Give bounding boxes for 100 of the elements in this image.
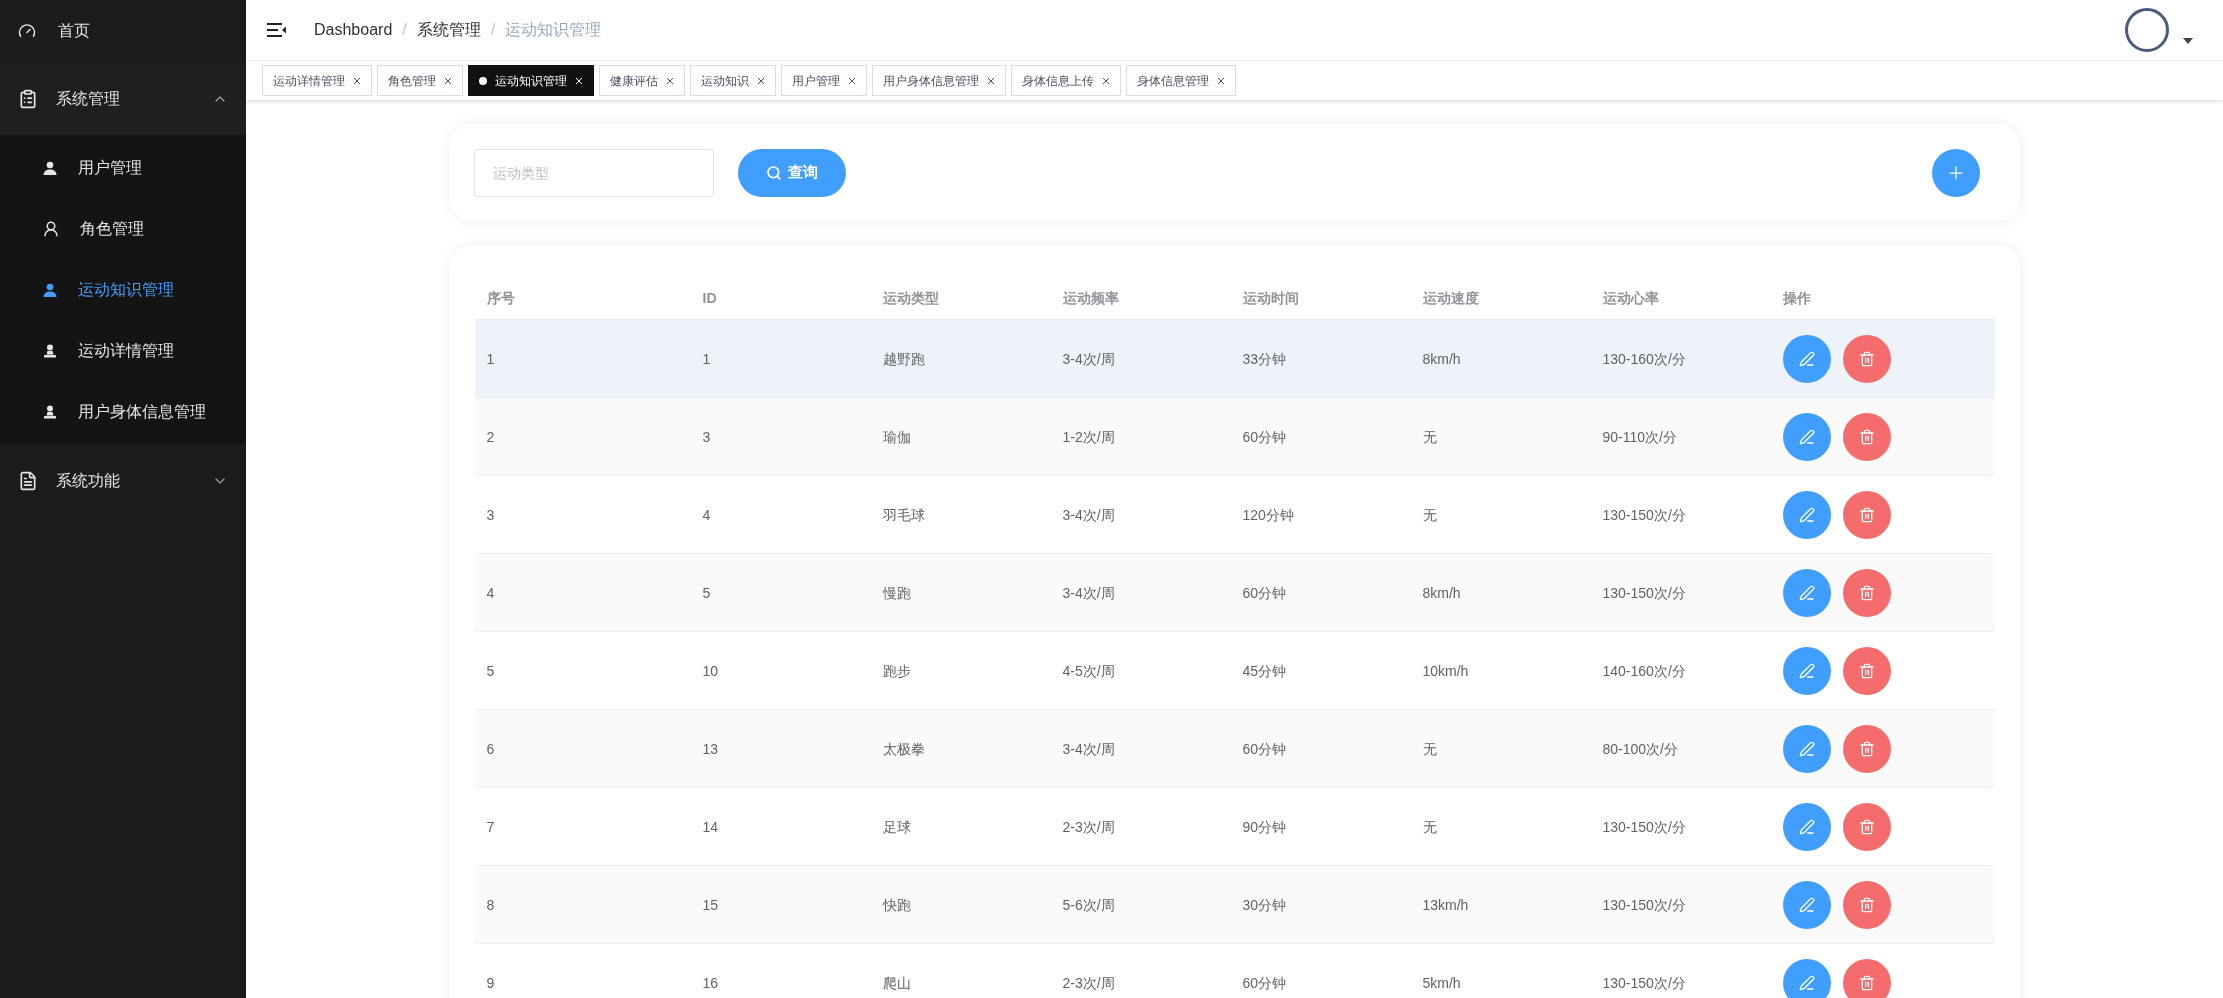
- table-cell: 90-110次/分: [1602, 428, 1677, 445]
- table-cell: 5: [702, 584, 711, 601]
- page-tab[interactable]: 健康评估: [599, 65, 685, 96]
- page-tab[interactable]: 运动知识管理: [468, 65, 594, 96]
- table-cell: 7: [486, 818, 495, 835]
- trash-icon: [1858, 506, 1875, 523]
- breadcrumb-separator: /: [402, 20, 407, 40]
- table-cell: 3-4次/周: [1062, 584, 1115, 601]
- close-icon[interactable]: [987, 76, 995, 85]
- table-cell: 13: [702, 740, 719, 757]
- trash-icon: [1858, 350, 1875, 367]
- user-stamp-icon: [42, 342, 58, 359]
- table-cell: 无: [1422, 740, 1437, 757]
- close-icon[interactable]: [353, 76, 361, 85]
- close-icon[interactable]: [757, 76, 765, 85]
- table-cell: 14: [702, 818, 719, 835]
- table-cell: 6: [486, 740, 495, 757]
- trash-icon: [1858, 428, 1875, 445]
- table-cell: 130-150次/分: [1602, 974, 1686, 991]
- column-header: 运动时间: [1242, 289, 1299, 306]
- sidebar-item[interactable]: 首页: [0, 0, 246, 62]
- table-cell: 5km/h: [1422, 974, 1461, 991]
- delete-button[interactable]: [1842, 958, 1891, 998]
- breadcrumb-item[interactable]: 系统管理: [416, 18, 481, 42]
- table-cell: 130-150次/分: [1602, 506, 1686, 523]
- sidebar-item[interactable]: 角色管理: [0, 198, 246, 259]
- search-icon: [765, 164, 782, 181]
- avatar[interactable]: [2125, 8, 2169, 52]
- close-icon[interactable]: [444, 76, 452, 85]
- page-tab[interactable]: 身体信息上传: [1011, 65, 1121, 96]
- page-tab[interactable]: 用户身体信息管理: [872, 65, 1006, 96]
- page-tab[interactable]: 身体信息管理: [1126, 65, 1236, 96]
- dashboard-icon: [18, 22, 36, 40]
- sidebar-item[interactable]: 运动详情管理: [0, 320, 246, 381]
- table-cell: 120分钟: [1242, 506, 1294, 523]
- sidebar-item[interactable]: 运动知识管理: [0, 259, 246, 320]
- breadcrumb-item[interactable]: Dashboard: [314, 18, 393, 42]
- table-cell: 80-100次/分: [1602, 740, 1678, 757]
- table-cell: 60分钟: [1242, 974, 1287, 991]
- table-cell: 60分钟: [1242, 740, 1287, 757]
- pen-icon: [1798, 662, 1815, 679]
- close-icon[interactable]: [666, 76, 674, 85]
- table-cell: 4: [486, 584, 495, 601]
- table-cell: 羽毛球: [882, 506, 925, 523]
- table-cell: 无: [1422, 506, 1437, 523]
- close-icon[interactable]: [848, 76, 856, 85]
- table-cell: 10km/h: [1422, 662, 1469, 679]
- close-icon[interactable]: [1217, 76, 1225, 85]
- page-tab[interactable]: 运动详情管理: [262, 65, 372, 96]
- trash-icon: [1858, 662, 1875, 679]
- table-cell: 2-3次/周: [1062, 974, 1115, 991]
- breadcrumb-item: 运动知识管理: [505, 20, 602, 40]
- table-cell: 瑜伽: [882, 428, 911, 445]
- page-tab[interactable]: 运动知识: [690, 65, 776, 96]
- sidebar-group[interactable]: 系统功能: [0, 444, 246, 517]
- trash-icon: [1858, 584, 1875, 601]
- table-cell: 13km/h: [1422, 896, 1469, 913]
- table-cell: 8km/h: [1422, 350, 1461, 367]
- table-cell: 1: [486, 350, 495, 367]
- document-icon: [18, 470, 38, 491]
- pen-icon: [1798, 428, 1815, 445]
- table-cell: 3-4次/周: [1062, 350, 1115, 367]
- table-cell: 越野跑: [882, 350, 925, 367]
- table-cell: 快跑: [882, 896, 911, 913]
- pen-icon: [1798, 740, 1815, 757]
- table-cell: 跑步: [882, 662, 911, 679]
- page-tab[interactable]: 用户管理: [781, 65, 867, 96]
- table-cell: 无: [1422, 428, 1437, 445]
- close-icon[interactable]: [1102, 76, 1110, 85]
- table-cell: 足球: [882, 818, 911, 835]
- edit-button[interactable]: [1782, 958, 1831, 998]
- pen-icon: [1798, 506, 1815, 523]
- menu-icon[interactable]: [266, 22, 288, 38]
- table-cell: 3-4次/周: [1062, 506, 1115, 523]
- table-cell: 3: [486, 506, 495, 523]
- column-header: 运动频率: [1062, 289, 1119, 306]
- table-cell: 16: [702, 974, 719, 991]
- user-outline-icon: [42, 219, 60, 238]
- table-cell: 3-4次/周: [1062, 740, 1115, 757]
- breadcrumb-separator: /: [490, 20, 496, 40]
- table-cell: 130-160次/分: [1602, 350, 1686, 367]
- table-cell: 140-160次/分: [1602, 662, 1686, 679]
- sidebar-item[interactable]: 用户身体信息管理: [0, 381, 246, 442]
- table-cell: 130-150次/分: [1602, 818, 1686, 835]
- column-header: 序号: [486, 289, 515, 306]
- table-cell: 8km/h: [1422, 584, 1461, 601]
- table-cell: 2: [486, 428, 495, 445]
- column-header: 运动心率: [1602, 289, 1659, 306]
- table-cell: 太极拳: [882, 740, 925, 757]
- table-cell: 130-150次/分: [1602, 896, 1686, 913]
- table-cell: 45分钟: [1242, 662, 1287, 679]
- search-field[interactable]: 运动类型: [473, 148, 714, 197]
- column-header: 运动类型: [882, 289, 939, 306]
- table-cell: 33分钟: [1242, 350, 1287, 367]
- table-cell: 15: [702, 896, 719, 913]
- page-tab[interactable]: 角色管理: [377, 65, 463, 96]
- table-cell: 慢跑: [882, 584, 911, 601]
- caret-icon[interactable]: [2183, 38, 2193, 44]
- sidebar-item[interactable]: 用户管理: [0, 137, 246, 198]
- table-cell: 130-150次/分: [1602, 584, 1686, 601]
